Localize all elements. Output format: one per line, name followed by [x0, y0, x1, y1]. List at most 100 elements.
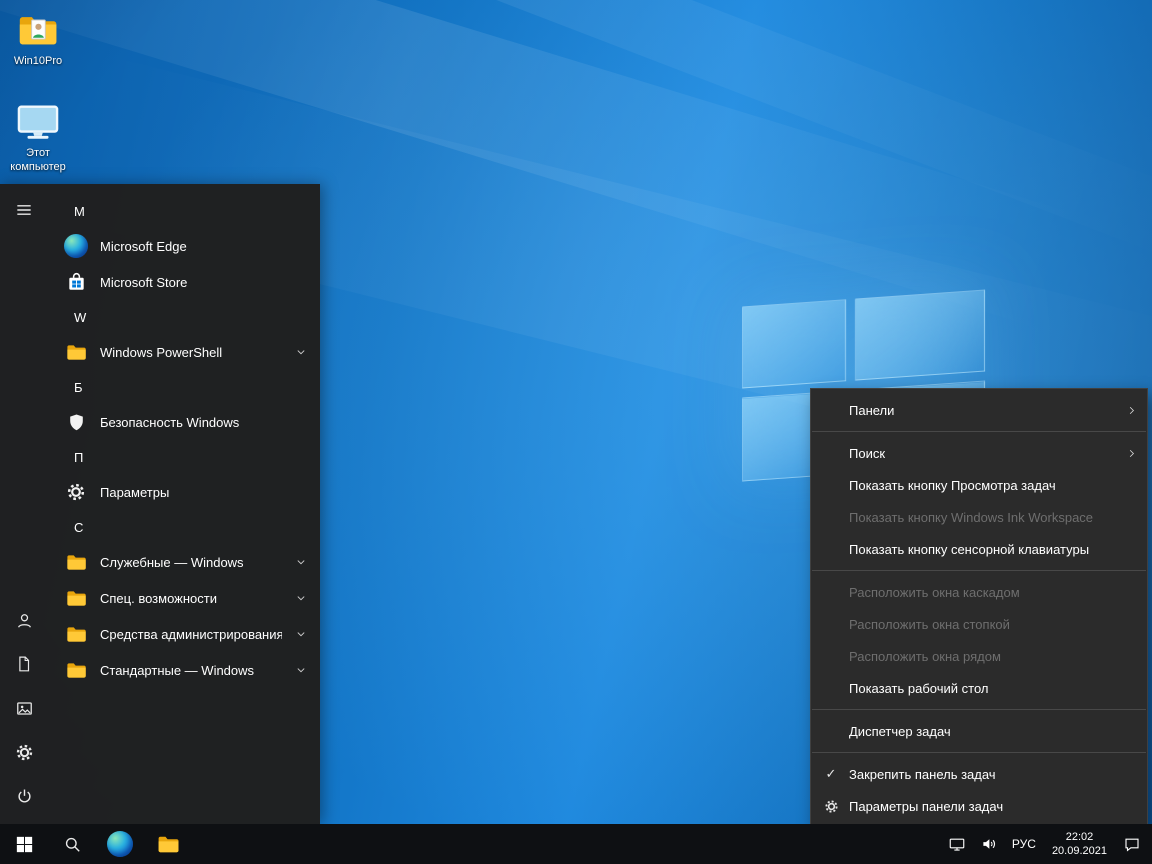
section-header-b[interactable]: Б	[48, 370, 320, 404]
app-label: Служебные — Windows	[100, 555, 282, 570]
menu-item-show-desktop[interactable]: Показать рабочий стол	[811, 672, 1147, 704]
chevron-down-icon[interactable]	[294, 663, 308, 677]
menu-item-stack-windows: Расположить окна стопкой	[811, 608, 1147, 640]
search-button[interactable]	[48, 824, 96, 864]
app-label: Microsoft Store	[100, 275, 308, 290]
store-icon	[64, 270, 88, 294]
start-app-microsoft-store[interactable]: Microsoft Store	[48, 264, 320, 300]
start-app-settings[interactable]: Параметры	[48, 474, 320, 510]
menu-item-label: Показать кнопку Windows Ink Workspace	[849, 510, 1093, 525]
start-app-windows-security[interactable]: Безопасность Windows	[48, 404, 320, 440]
menu-item-label: Диспетчер задач	[849, 724, 951, 739]
folder-icon	[64, 550, 88, 574]
chevron-down-icon[interactable]	[294, 591, 308, 605]
language-indicator[interactable]: РУС	[1005, 824, 1043, 864]
menu-separator	[812, 570, 1146, 571]
start-app-admin-tools[interactable]: Средства администрирования W...	[48, 616, 320, 652]
app-label: Стандартные — Windows	[100, 663, 282, 678]
app-label: Microsoft Edge	[100, 239, 308, 254]
menu-item-show-task-view[interactable]: Показать кнопку Просмотра задач	[811, 469, 1147, 501]
app-label: Параметры	[100, 485, 308, 500]
start-app-windows-powershell[interactable]: Windows PowerShell	[48, 334, 320, 370]
menu-item-show-ink-workspace: Показать кнопку Windows Ink Workspace	[811, 501, 1147, 533]
clock-date: 20.09.2021	[1052, 844, 1107, 858]
chevron-down-icon[interactable]	[294, 555, 308, 569]
gear-icon	[821, 799, 841, 814]
section-header-w[interactable]: W	[48, 300, 320, 334]
taskbar-edge-button[interactable]	[96, 824, 144, 864]
action-center-button[interactable]	[1116, 824, 1148, 864]
start-app-list: М Microsoft Edge Microsoft Store W Windo…	[48, 184, 320, 824]
menu-item-label: Панели	[849, 403, 894, 418]
taskbar-explorer-button[interactable]	[144, 824, 192, 864]
app-label: Спец. возможности	[100, 591, 282, 606]
menu-separator	[812, 431, 1146, 432]
start-app-windows-system[interactable]: Служебные — Windows	[48, 544, 320, 580]
menu-item-label: Показать рабочий стол	[849, 681, 988, 696]
start-menu: М Microsoft Edge Microsoft Store W Windo…	[0, 184, 320, 824]
chevron-right-icon	[1125, 404, 1138, 417]
menu-item-label: Показать кнопку сенсорной клавиатуры	[849, 542, 1089, 557]
menu-item-lock-taskbar[interactable]: ✓ Закрепить панель задач	[811, 758, 1147, 790]
desktop-icon-label: Win10Pro	[14, 55, 62, 69]
folder-icon	[64, 658, 88, 682]
taskbar: РУС 22:02 20.09.2021	[0, 824, 1152, 864]
menu-item-task-manager[interactable]: Диспетчер задач	[811, 715, 1147, 747]
menu-item-label: Поиск	[849, 446, 885, 461]
menu-item-label: Расположить окна стопкой	[849, 617, 1010, 632]
section-header-m[interactable]: М	[48, 194, 320, 228]
clock[interactable]: 22:02 20.09.2021	[1043, 824, 1116, 864]
menu-item-taskbar-settings[interactable]: Параметры панели задач	[811, 790, 1147, 822]
pictures-button[interactable]	[0, 686, 48, 730]
menu-item-cascade-windows: Расположить окна каскадом	[811, 576, 1147, 608]
checkmark-icon: ✓	[821, 766, 841, 782]
menu-item-side-by-side-windows: Расположить окна рядом	[811, 640, 1147, 672]
chevron-right-icon	[1125, 447, 1138, 460]
power-button[interactable]	[0, 774, 48, 818]
expand-menu-button[interactable]	[0, 188, 48, 232]
network-icon[interactable]	[941, 824, 973, 864]
taskbar-context-menu: Панели Поиск Показать кнопку Просмотра з…	[810, 388, 1148, 828]
menu-separator	[812, 709, 1146, 710]
start-menu-rail	[0, 184, 48, 824]
folder-icon	[64, 340, 88, 364]
menu-item-label: Расположить окна рядом	[849, 649, 1001, 664]
settings-button[interactable]	[0, 730, 48, 774]
section-header-s[interactable]: С	[48, 510, 320, 544]
menu-item-toolbars[interactable]: Панели	[811, 394, 1147, 426]
chevron-down-icon[interactable]	[294, 627, 308, 641]
edge-icon	[64, 234, 88, 258]
desktop-icon-this-pc[interactable]: Этот компьютер	[0, 100, 76, 175]
folder-user-icon	[15, 8, 61, 52]
app-label: Средства администрирования W...	[100, 627, 282, 642]
menu-item-label: Показать кнопку Просмотра задач	[849, 478, 1056, 493]
volume-icon[interactable]	[973, 824, 1005, 864]
start-button[interactable]	[0, 824, 48, 864]
user-button[interactable]	[0, 598, 48, 642]
menu-item-show-touch-keyboard[interactable]: Показать кнопку сенсорной клавиатуры	[811, 533, 1147, 565]
start-app-accessories[interactable]: Стандартные — Windows	[48, 652, 320, 688]
menu-item-label: Закрепить панель задач	[849, 767, 996, 782]
folder-icon	[64, 586, 88, 610]
folder-icon	[64, 622, 88, 646]
start-app-microsoft-edge[interactable]: Microsoft Edge	[48, 228, 320, 264]
shield-icon	[64, 410, 88, 434]
desktop: Win10Pro Этот компьютер М Microsoft Edge	[0, 0, 1152, 864]
chevron-down-icon[interactable]	[294, 345, 308, 359]
gear-icon	[64, 480, 88, 504]
section-header-p[interactable]: П	[48, 440, 320, 474]
menu-separator	[812, 752, 1146, 753]
clock-time: 22:02	[1066, 830, 1094, 844]
menu-item-search[interactable]: Поиск	[811, 437, 1147, 469]
system-tray: РУС 22:02 20.09.2021	[941, 824, 1152, 864]
documents-button[interactable]	[0, 642, 48, 686]
menu-item-label: Параметры панели задач	[849, 799, 1003, 814]
menu-item-label: Расположить окна каскадом	[849, 585, 1020, 600]
app-label: Windows PowerShell	[100, 345, 282, 360]
computer-icon	[15, 100, 61, 144]
app-label: Безопасность Windows	[100, 415, 308, 430]
start-app-accessibility[interactable]: Спец. возможности	[48, 580, 320, 616]
desktop-icon-label: Этот компьютер	[0, 147, 76, 175]
start-rail-bottom	[0, 598, 48, 818]
desktop-icon-win10pro[interactable]: Win10Pro	[0, 8, 76, 69]
